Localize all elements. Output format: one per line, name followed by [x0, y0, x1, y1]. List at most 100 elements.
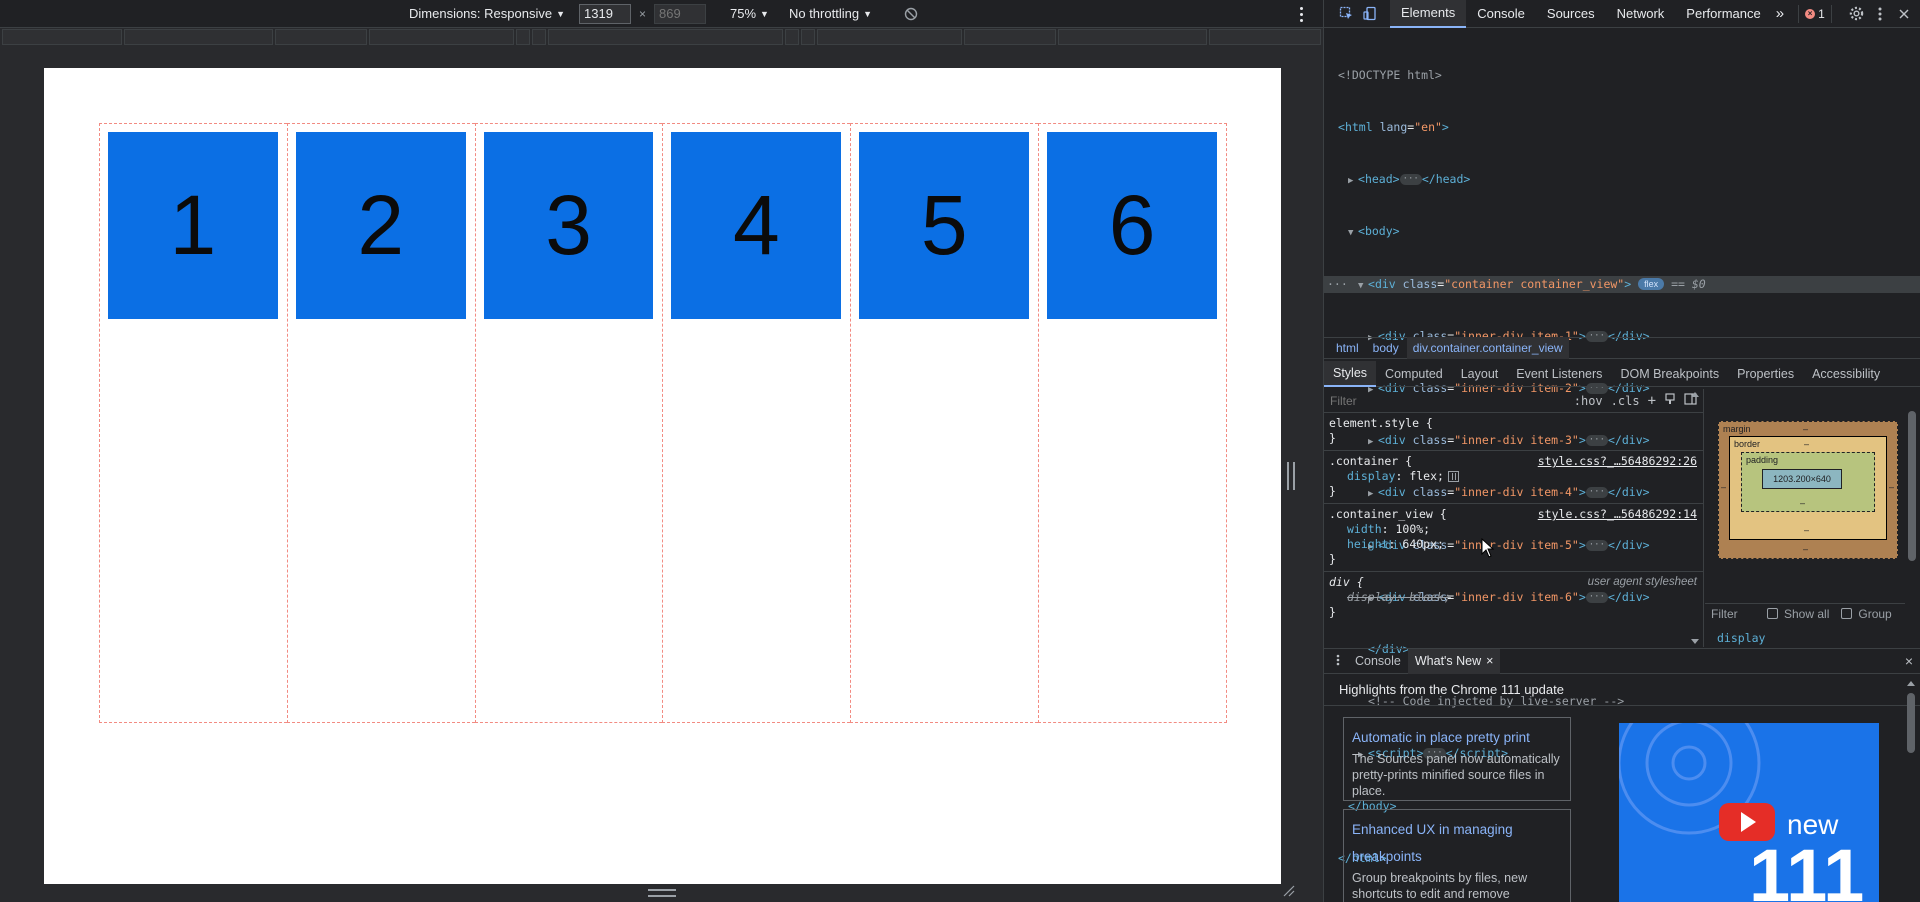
- drawer-tab-whats-new[interactable]: What's New ×: [1407, 648, 1501, 674]
- flexbox-editor-icon[interactable]: [1447, 471, 1459, 482]
- cls-toggle[interactable]: .cls: [1611, 394, 1640, 408]
- media-query-segment[interactable]: [801, 29, 816, 45]
- more-tabs-icon[interactable]: »: [1772, 0, 1788, 28]
- drawer-scrollbar[interactable]: [1905, 679, 1917, 902]
- computed-scrollbar[interactable]: [1905, 389, 1919, 647]
- computed-filter-input[interactable]: Filter: [1711, 607, 1761, 621]
- margin-top-value[interactable]: –: [1803, 424, 1808, 434]
- collapse-triangle-icon[interactable]: ▼: [1348, 225, 1358, 242]
- group-checkbox[interactable]: [1841, 608, 1853, 619]
- box-model-diagram[interactable]: margin – – – – border – – padding – 1203…: [1718, 421, 1898, 559]
- breadcrumb-html[interactable]: html: [1330, 337, 1365, 359]
- media-query-segment[interactable]: [547, 29, 784, 45]
- property-value[interactable]: 100%;: [1395, 522, 1430, 536]
- card-title-link[interactable]: Enhanced UX in managing breakpoints: [1352, 816, 1562, 870]
- dimensions-dropdown[interactable]: Dimensions: Responsive ▼: [403, 3, 571, 25]
- height-input[interactable]: [654, 3, 707, 24]
- computed-property-display[interactable]: display: [1717, 631, 1765, 645]
- property-value[interactable]: 640px;: [1402, 537, 1444, 551]
- expand-triangle-icon[interactable]: ▶: [1348, 173, 1358, 190]
- media-query-segment[interactable]: [369, 29, 514, 45]
- property-value[interactable]: flex;: [1409, 469, 1444, 483]
- rule-container-view[interactable]: .container_view { style.css?_…56486292:1…: [1324, 504, 1703, 572]
- dom-node-body[interactable]: ▼ <body>: [1324, 223, 1920, 240]
- card-title-link[interactable]: Automatic in place pretty print: [1352, 724, 1562, 751]
- tab-computed[interactable]: Computed: [1376, 361, 1452, 387]
- customize-menu-icon[interactable]: [1868, 2, 1892, 26]
- dom-node-doctype[interactable]: <!DOCTYPE html>: [1324, 67, 1920, 84]
- tab-console[interactable]: Console: [1466, 0, 1536, 28]
- rule-container[interactable]: .container { style.css?_…56486292:26 dis…: [1324, 451, 1703, 504]
- throttling-dropdown[interactable]: No throttling ▼: [783, 3, 878, 25]
- collapse-triangle-icon[interactable]: ▼: [1358, 278, 1368, 295]
- tab-network[interactable]: Network: [1606, 0, 1676, 28]
- hov-toggle[interactable]: :hov: [1574, 394, 1603, 408]
- rule-source-link[interactable]: style.css?_…56486292:26: [1538, 454, 1697, 469]
- margin-bottom-value[interactable]: –: [1803, 544, 1808, 554]
- drawer-tab-console[interactable]: Console: [1348, 649, 1408, 674]
- tab-styles[interactable]: Styles: [1324, 360, 1377, 387]
- close-devtools-icon[interactable]: [1892, 2, 1916, 26]
- tab-accessibility[interactable]: Accessibility: [1803, 361, 1889, 387]
- resize-handle-bottom[interactable]: [648, 889, 676, 897]
- zoom-dropdown[interactable]: 75% ▼: [724, 3, 775, 25]
- close-drawer-icon[interactable]: ×: [1905, 653, 1913, 669]
- tab-elements[interactable]: Elements: [1390, 0, 1467, 28]
- styles-scrollbar[interactable]: [1688, 389, 1702, 647]
- property-name[interactable]: height: [1347, 537, 1389, 551]
- whats-new-video-thumbnail[interactable]: new 111: [1619, 723, 1879, 902]
- tab-event-listeners[interactable]: Event Listeners: [1507, 361, 1611, 387]
- media-query-segment[interactable]: [275, 29, 368, 45]
- dom-node-head[interactable]: ▶ <head> ··· </head>: [1324, 171, 1920, 188]
- rule-source-link[interactable]: style.css?_…56486292:14: [1538, 507, 1697, 522]
- add-rule-plus-icon[interactable]: +: [1648, 393, 1656, 409]
- dom-node-html[interactable]: <html lang="en">: [1324, 119, 1920, 136]
- settings-gear-icon[interactable]: [1844, 2, 1868, 26]
- property-name[interactable]: width: [1347, 522, 1382, 536]
- close-tab-icon[interactable]: ×: [1486, 654, 1493, 668]
- tab-properties[interactable]: Properties: [1728, 361, 1803, 387]
- media-query-segment[interactable]: [817, 29, 962, 45]
- resize-handle-right[interactable]: [1287, 462, 1295, 490]
- whats-new-card[interactable]: Enhanced UX in managing breakpoints Grou…: [1343, 809, 1571, 902]
- node-actions-icon[interactable]: ···: [1327, 276, 1348, 293]
- device-toolbar-toggle-icon[interactable]: [1358, 2, 1382, 26]
- border-top-value[interactable]: –: [1804, 439, 1809, 449]
- tab-dom-breakpoints[interactable]: DOM Breakpoints: [1611, 361, 1728, 387]
- media-query-segment[interactable]: [1057, 29, 1208, 45]
- show-all-checkbox[interactable]: [1767, 608, 1778, 619]
- media-query-segment[interactable]: [785, 29, 800, 45]
- error-count-badge[interactable]: × 1: [1798, 4, 1832, 23]
- tab-performance[interactable]: Performance: [1675, 0, 1771, 28]
- border-bottom-value[interactable]: –: [1804, 525, 1809, 535]
- padding-bottom-value[interactable]: –: [1800, 498, 1805, 508]
- whats-new-card[interactable]: Automatic in place pretty print The Sour…: [1343, 717, 1571, 801]
- box-model-content[interactable]: 1203.200×640: [1762, 469, 1842, 489]
- breadcrumb-body[interactable]: body: [1367, 337, 1405, 359]
- media-query-segment[interactable]: [123, 29, 274, 45]
- property-name[interactable]: display: [1347, 469, 1395, 483]
- media-query-segment[interactable]: [531, 29, 546, 45]
- flex-badge[interactable]: flex: [1638, 278, 1665, 291]
- breadcrumb-container[interactable]: div.container.container_view: [1406, 337, 1569, 359]
- rotate-icon[interactable]: [902, 5, 920, 23]
- dom-node-container-selected[interactable]: ··· ▼ <div class="container container_view…: [1324, 275, 1920, 295]
- collapsed-ellipsis-icon[interactable]: ···: [1399, 174, 1422, 186]
- more-options-icon[interactable]: [1295, 4, 1307, 24]
- inspect-element-icon[interactable]: [1334, 2, 1358, 26]
- margin-right-value[interactable]: –: [1889, 482, 1894, 492]
- tab-layout[interactable]: Layout: [1452, 361, 1508, 387]
- media-query-segment[interactable]: [963, 29, 1056, 45]
- media-query-segment[interactable]: [515, 29, 530, 45]
- media-query-segment[interactable]: [2, 29, 122, 45]
- resize-handle-corner-icon[interactable]: [1282, 884, 1296, 898]
- paint-bucket-icon[interactable]: [1664, 393, 1676, 408]
- margin-left-value[interactable]: –: [1721, 482, 1726, 492]
- media-query-segment[interactable]: [1209, 29, 1321, 45]
- rule-element-style[interactable]: element.style { }: [1324, 413, 1703, 451]
- drawer-menu-icon[interactable]: [1328, 654, 1348, 669]
- width-input[interactable]: [579, 3, 631, 24]
- styles-filter-input[interactable]: [1330, 393, 1566, 408]
- rule-user-agent-div[interactable]: div { user agent stylesheet display: blo…: [1324, 572, 1703, 624]
- tab-sources[interactable]: Sources: [1536, 0, 1606, 28]
